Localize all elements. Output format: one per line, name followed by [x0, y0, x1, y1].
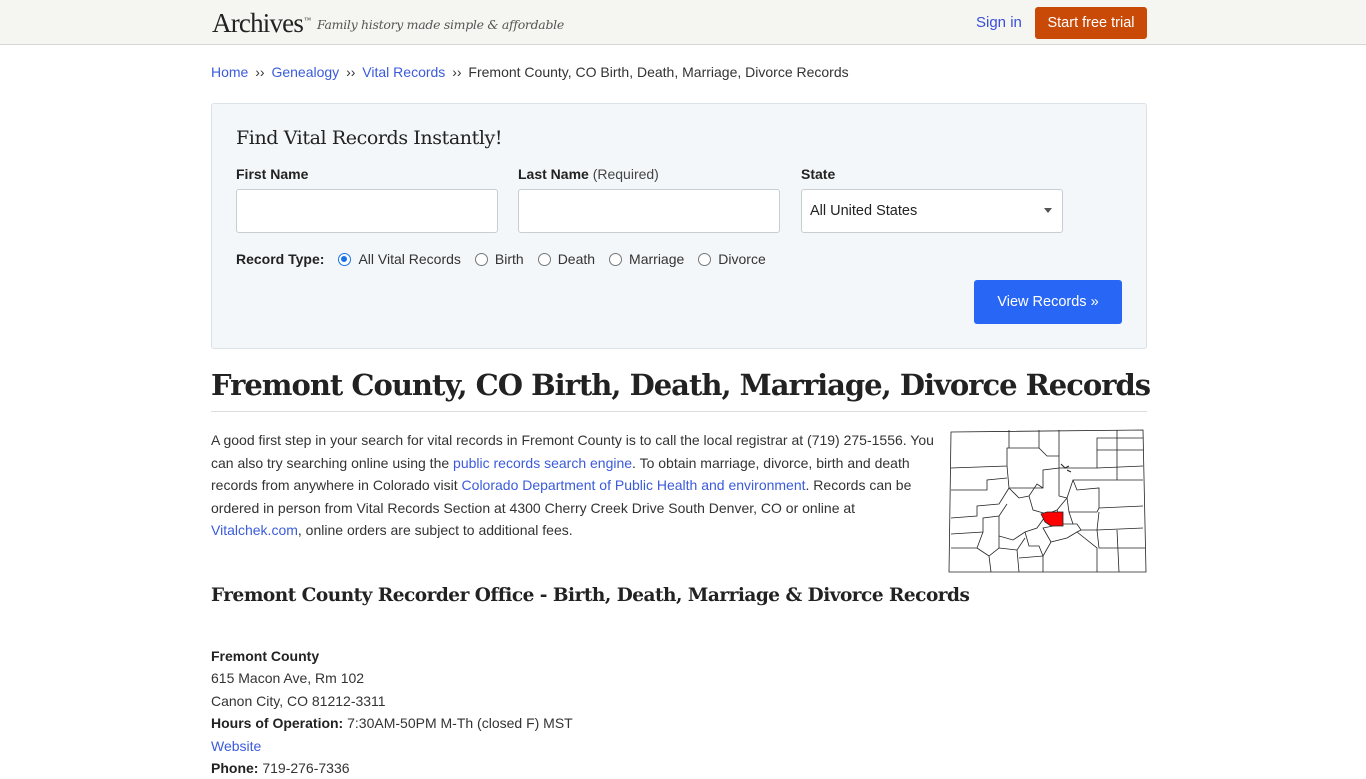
colorado-county-map	[948, 429, 1147, 573]
title-divider	[211, 411, 1147, 412]
state-selected-value: All United States	[810, 203, 918, 219]
first-name-input[interactable]	[236, 189, 498, 233]
radio-label: All Vital Records	[358, 251, 461, 267]
office-address-line1: 615 Macon Ave, Rm 102	[211, 670, 365, 687]
breadcrumb: Home ›› Genealogy ›› Vital Records ›› Fr…	[211, 64, 849, 80]
sign-in-link[interactable]: Sign in	[976, 14, 1022, 31]
hours-value: 7:30AM-50PM M-Th (closed F) MST	[347, 715, 573, 732]
county-borders	[948, 429, 1147, 573]
page-title: Fremont County, CO Birth, Death, Marriag…	[211, 368, 1151, 402]
breadcrumb-vital-records[interactable]: Vital Records	[362, 64, 445, 80]
last-name-label-text: Last Name	[518, 166, 589, 182]
office-hours: Hours of Operation: 7:30AM-50PM M-Th (cl…	[211, 712, 573, 734]
radio-label: Birth	[494, 251, 524, 267]
office-website-link[interactable]: Website	[211, 738, 261, 754]
office-phone: Phone: 719-276-7336	[211, 757, 573, 779]
record-type-label: Record Type:	[236, 251, 325, 267]
fremont-county-highlight	[1040, 511, 1064, 527]
vital-records-search-form: Find Vital Records Instantly! First Name…	[211, 103, 1147, 349]
site-logo[interactable]: Archives™	[212, 8, 311, 39]
trademark: ™	[304, 16, 311, 24]
start-free-trial-button[interactable]: Start free trial	[1035, 7, 1147, 39]
breadcrumb-current: Fremont County, CO Birth, Death, Marriag…	[468, 64, 849, 80]
phone-value: 719-276-7336	[262, 760, 350, 777]
last-name-label: Last Name (Required)	[518, 166, 659, 182]
first-name-label: First Name	[236, 166, 309, 182]
radio-marriage[interactable]: Marriage	[609, 251, 684, 267]
recorder-office-heading: Fremont County Recorder Office - Birth, …	[211, 585, 970, 606]
last-name-input[interactable]	[518, 189, 780, 233]
colorado-health-department-link[interactable]: Colorado Department of Public Health and…	[462, 477, 806, 493]
intro-text: , online orders are subject to additiona…	[297, 522, 573, 538]
office-info: Fremont County 615 Macon Ave, Rm 102 Can…	[211, 645, 573, 779]
radio-label: Marriage	[629, 251, 685, 267]
radio-birth[interactable]: Birth	[474, 251, 524, 267]
radio-divorce[interactable]: Divorce	[698, 251, 766, 267]
radio-all-vital-records[interactable]: All Vital Records	[338, 251, 461, 267]
state-select[interactable]: All United States	[801, 189, 1063, 233]
intro-paragraph: A good first step in your search for vit…	[211, 429, 939, 542]
radio-unchecked-icon[interactable]	[698, 252, 712, 266]
state-label: State	[801, 166, 836, 182]
logo-text: Archives	[212, 8, 304, 38]
top-navbar: Archives™ Family history made simple & a…	[0, 0, 1366, 45]
breadcrumb-separator: ››	[346, 64, 356, 80]
phone-label: Phone:	[211, 760, 259, 777]
record-type-group: Record Type: All Vital Records Birth Dea…	[236, 251, 780, 267]
radio-unchecked-icon[interactable]	[537, 252, 551, 266]
breadcrumb-home[interactable]: Home	[211, 64, 248, 80]
breadcrumb-separator: ››	[452, 64, 462, 80]
radio-unchecked-icon[interactable]	[609, 252, 623, 266]
radio-checked-icon[interactable]	[338, 252, 352, 266]
radio-unchecked-icon[interactable]	[474, 252, 488, 266]
radio-death[interactable]: Death	[537, 251, 596, 267]
hours-label: Hours of Operation:	[211, 715, 344, 732]
public-records-search-link[interactable]: public records search engine	[453, 455, 632, 471]
view-records-button[interactable]: View Records »	[974, 280, 1122, 324]
chevron-down-icon	[1044, 208, 1052, 213]
office-address-line2: Canon City, CO 81212-3311	[211, 692, 386, 709]
radio-label: Death	[557, 251, 596, 267]
office-name: Fremont County	[211, 648, 320, 664]
required-note: (Required)	[592, 166, 659, 182]
radio-label: Divorce	[718, 251, 766, 267]
breadcrumb-separator: ››	[255, 64, 265, 80]
vitalchek-link[interactable]: Vitalchek.com	[211, 522, 298, 538]
search-form-title: Find Vital Records Instantly!	[236, 127, 503, 149]
breadcrumb-genealogy[interactable]: Genealogy	[271, 64, 339, 80]
tagline: Family history made simple & affordable	[317, 17, 564, 32]
